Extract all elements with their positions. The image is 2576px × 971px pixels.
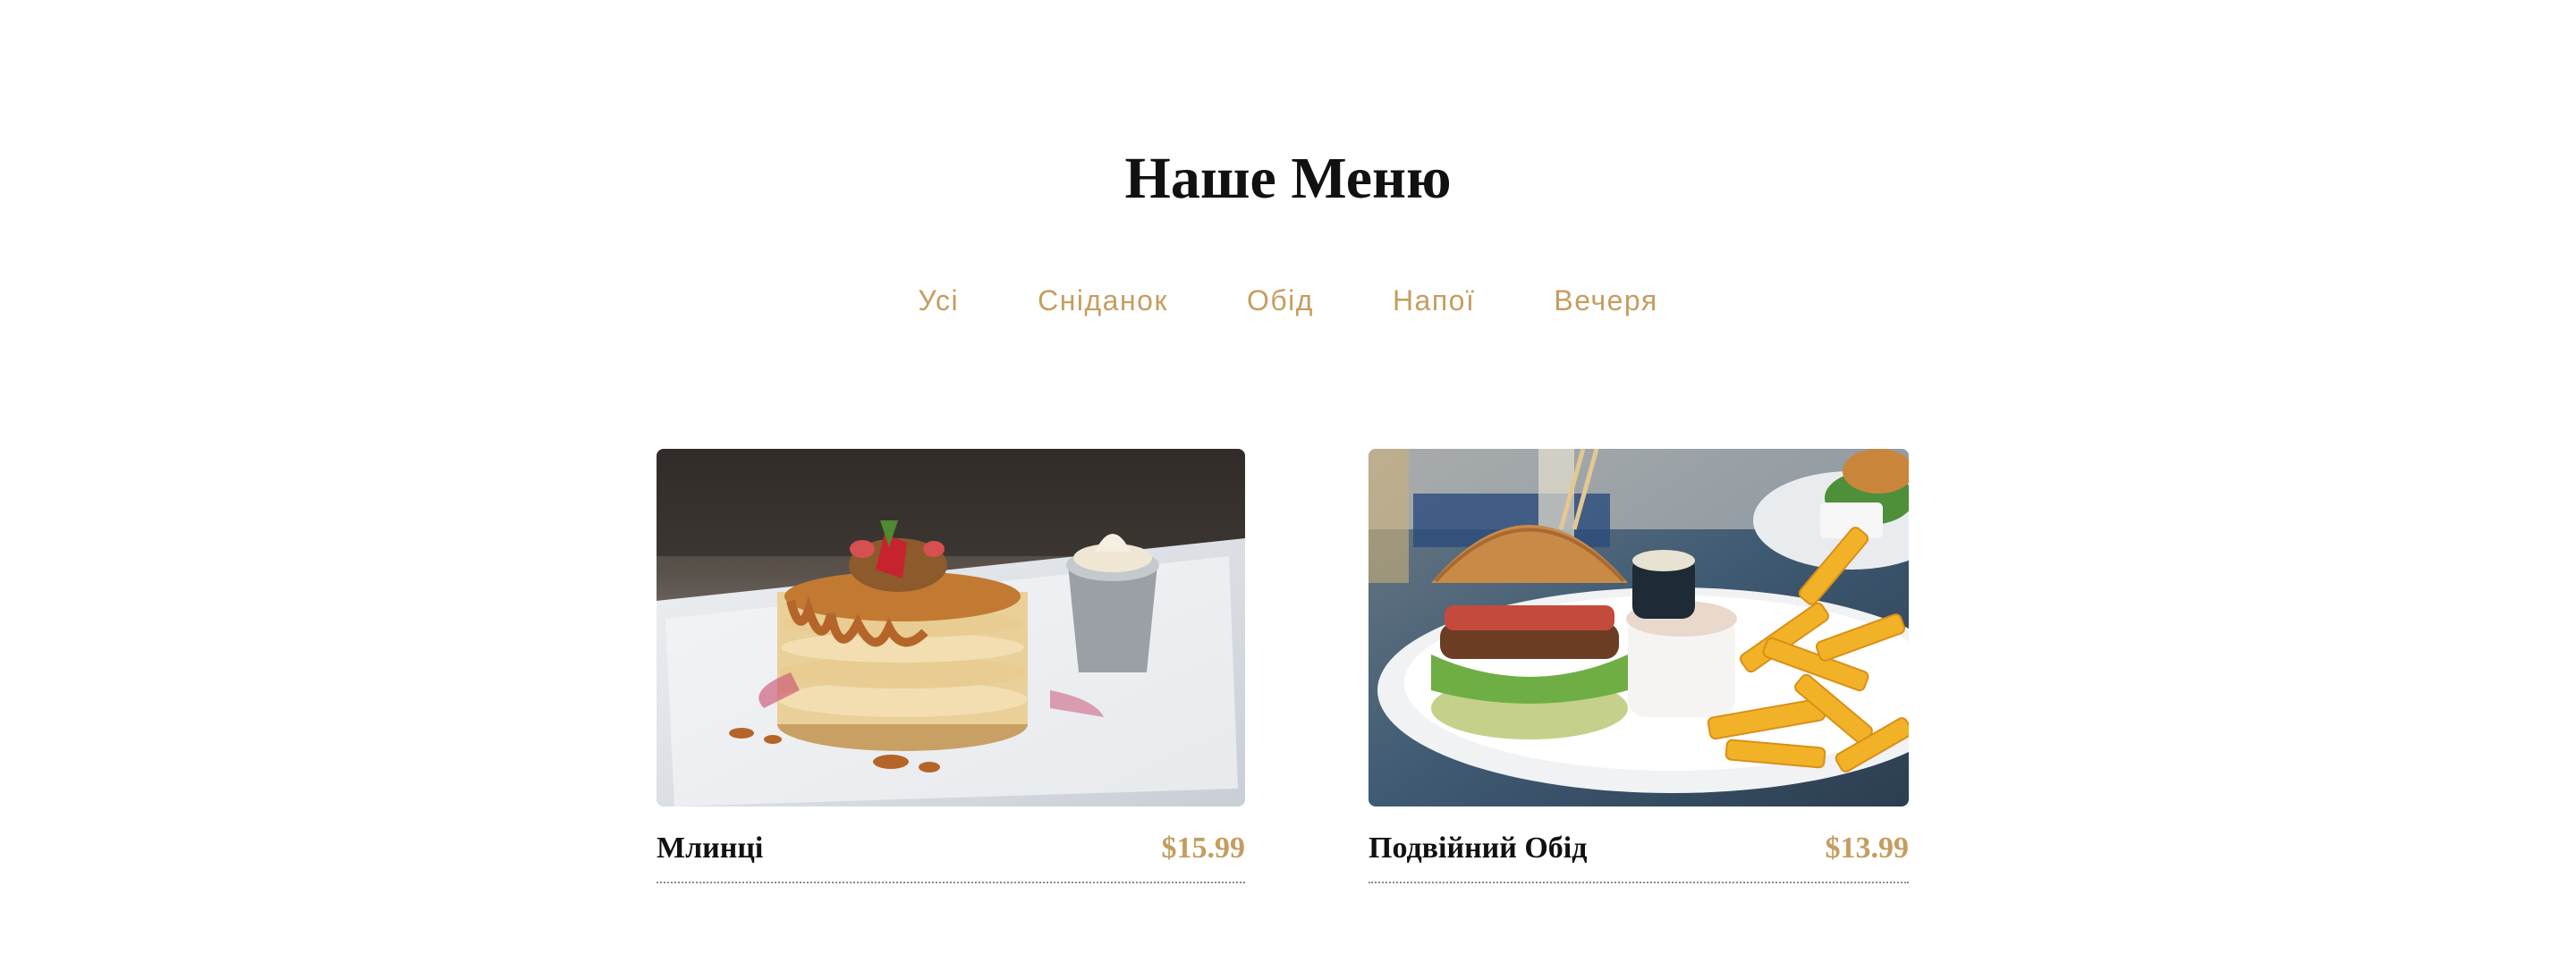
item-price: $13.99 [1825,832,1910,865]
menu-item: Подвійний Обід $13.99 [1368,449,1909,883]
menu-items: Млинці $15.99 Подвійний Обід $13.99 [657,449,1909,914]
burger-fries-photo [1368,449,1909,806]
category-filters: Усі Сніданок Обід Напої Вечеря [0,279,2576,322]
item-name: Млинці [657,832,764,865]
page-title: Наше Меню [1124,146,1452,211]
filter-lunch-button[interactable]: Обід [1247,279,1314,322]
filter-all-button[interactable]: Усі [918,279,959,322]
filter-breakfast-button[interactable]: Сніданок [1038,279,1168,322]
item-price: $15.99 [1161,832,1246,865]
filter-dinner-button[interactable]: Вечеря [1554,279,1657,322]
item-name: Подвійний Обід [1368,832,1588,865]
menu-item-info: Млинці $15.99 [657,832,1245,883]
pancakes-photo [657,449,1245,806]
menu-item: Млинці $15.99 [657,449,1245,883]
menu-item-info: Подвійний Обід $13.99 [1368,832,1909,883]
menu-page: Наше Меню Усі Сніданок Обід Напої Вечеря [0,0,2576,971]
filter-drinks-button[interactable]: Напої [1393,279,1475,322]
